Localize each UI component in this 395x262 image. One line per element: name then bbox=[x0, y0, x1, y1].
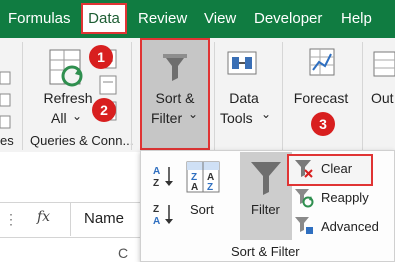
group-divider bbox=[214, 42, 215, 150]
advanced-filter-icon[interactable] bbox=[294, 216, 314, 236]
data-tools-label-line2[interactable]: Tools bbox=[220, 110, 253, 126]
group-divider bbox=[282, 42, 283, 150]
formula-bar-more-icon[interactable]: ⋮ bbox=[4, 211, 18, 228]
data-tools-label-line1[interactable]: Data bbox=[218, 90, 270, 106]
group-divider bbox=[131, 42, 132, 150]
reapply-label[interactable]: Reapply bbox=[321, 190, 369, 205]
svg-text:Z: Z bbox=[153, 178, 159, 188]
chevron-down-icon[interactable]: ⌄ bbox=[261, 107, 271, 121]
refresh-all-label-line1[interactable]: Refresh bbox=[38, 90, 98, 106]
svg-text:A: A bbox=[191, 182, 198, 193]
sort-z-to-a-icon[interactable]: Z A bbox=[152, 202, 176, 227]
forecast-icon[interactable] bbox=[306, 46, 338, 80]
namebox-value[interactable]: Name bbox=[84, 210, 124, 227]
outline-icon[interactable] bbox=[372, 50, 395, 80]
chevron-down-icon[interactable]: ⌄ bbox=[72, 109, 82, 123]
svg-text:Z: Z bbox=[153, 204, 159, 215]
group-divider bbox=[362, 42, 363, 150]
svg-text:A: A bbox=[153, 166, 160, 177]
tab-formulas[interactable]: Formulas bbox=[8, 0, 71, 38]
partial-group-label: es bbox=[0, 133, 14, 148]
group-divider bbox=[22, 42, 23, 150]
filter-funnel-icon bbox=[161, 52, 189, 82]
step-badge-3: 3 bbox=[311, 112, 335, 136]
clear-filter-label[interactable]: Clear bbox=[321, 161, 352, 176]
sort-filter-group-label: Sort & Filter bbox=[231, 244, 300, 259]
column-header-c[interactable]: C bbox=[118, 245, 128, 261]
chevron-down-icon: ⌄ bbox=[188, 107, 199, 121]
fx-icon[interactable]: fx bbox=[37, 209, 50, 225]
tab-help[interactable]: Help bbox=[341, 0, 372, 38]
step-badge-2: 2 bbox=[92, 98, 116, 122]
clear-filter-icon bbox=[294, 159, 314, 179]
svg-text:Z: Z bbox=[207, 182, 213, 193]
sort-filter-label-line1: Sort & bbox=[155, 90, 195, 106]
svg-text:A: A bbox=[153, 216, 160, 226]
tab-developer[interactable]: Developer bbox=[254, 0, 322, 38]
queries-group-label: Queries & Conn... bbox=[30, 133, 134, 148]
outline-label[interactable]: Out bbox=[371, 90, 394, 106]
sort-a-to-z-icon[interactable]: A Z bbox=[152, 164, 176, 189]
step-badge-1: 1 bbox=[89, 45, 113, 69]
tab-review[interactable]: Review bbox=[138, 0, 187, 38]
data-tools-icon[interactable] bbox=[226, 48, 260, 78]
sort-button-label[interactable]: Sort bbox=[190, 202, 214, 217]
filter-funnel-icon bbox=[249, 160, 283, 196]
forecast-label[interactable]: Forecast bbox=[289, 90, 353, 106]
partial-group-icon bbox=[0, 70, 18, 130]
tab-view[interactable]: View bbox=[204, 0, 236, 38]
refresh-all-label-line2[interactable]: All bbox=[51, 110, 67, 126]
tab-data[interactable]: Data bbox=[81, 3, 127, 34]
sort-filter-label-line2: Filter bbox=[151, 110, 183, 126]
advanced-filter-label[interactable]: Advanced bbox=[321, 219, 379, 234]
filter-button-label[interactable]: Filter bbox=[251, 202, 280, 217]
reapply-icon[interactable] bbox=[294, 188, 314, 208]
sort-dialog-icon[interactable]: Z A A Z bbox=[186, 161, 220, 193]
